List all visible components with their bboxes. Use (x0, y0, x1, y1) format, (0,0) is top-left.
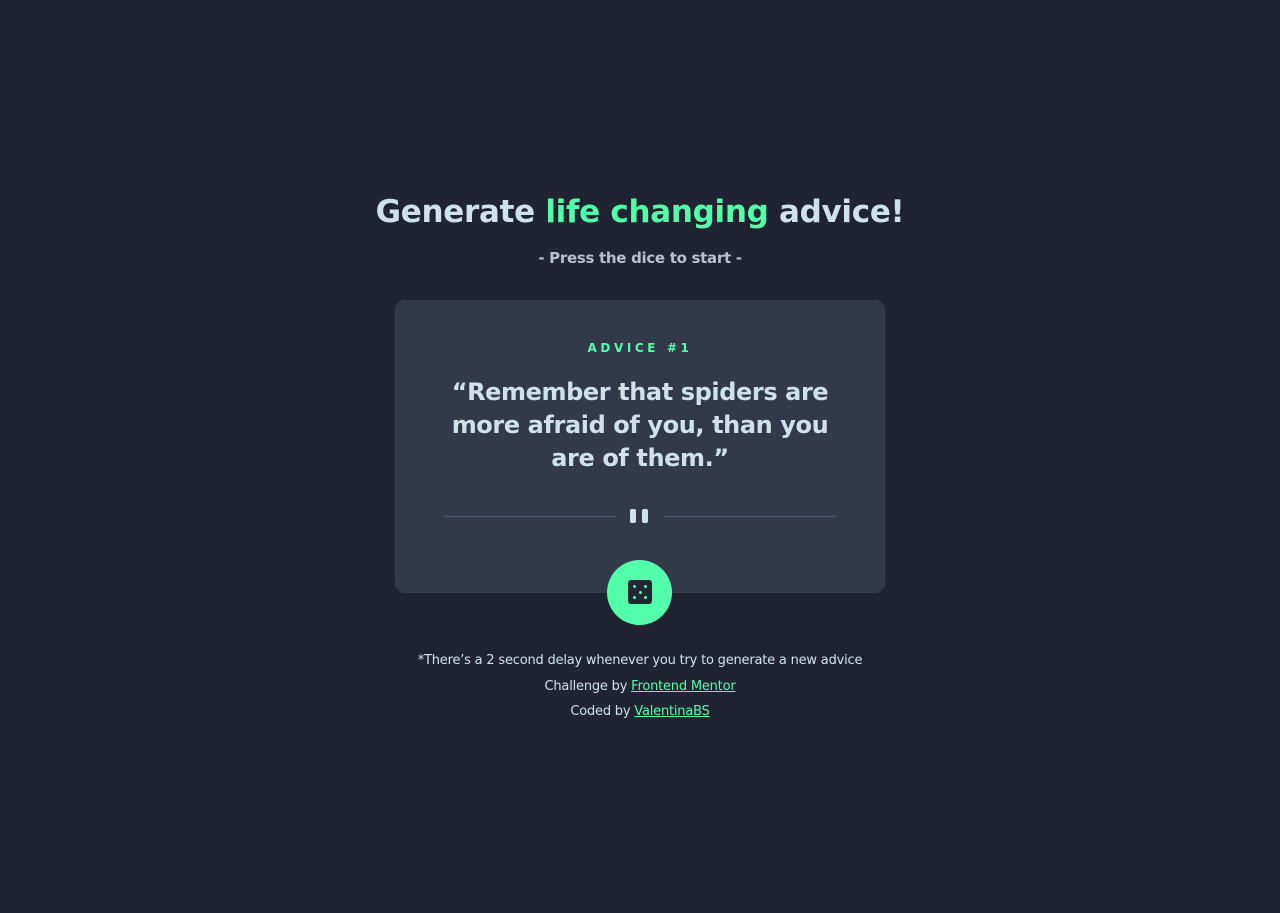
generate-advice-button[interactable] (607, 560, 672, 625)
dice-pip (644, 585, 647, 588)
pause-bar-left (630, 509, 636, 523)
dice-pip (633, 596, 636, 599)
advice-quote: “Remember that spiders are more afraid o… (451, 378, 829, 472)
challenge-prefix: Challenge by (544, 678, 628, 694)
coded-prefix: Coded by (570, 704, 631, 719)
challenge-credit: Challenge by Frontend Mentor (0, 677, 1280, 703)
dice-pip (638, 590, 642, 594)
dice-pip (633, 585, 636, 588)
title-start: Generate (375, 194, 536, 230)
coded-credit: Coded by ValentinaBS (0, 702, 1280, 728)
page-title: Generate life changing advice! (0, 192, 1280, 232)
advice-number: ADVICE #1 (587, 341, 693, 355)
delay-note: *There’s a 2 second delay whenever you t… (417, 653, 863, 668)
title-end: advice! (779, 194, 905, 230)
page: Generate life changing advice! - Press t… (0, 0, 1280, 913)
frontend-mentor-link[interactable]: Frontend Mentor (631, 679, 736, 694)
divider-line-right (663, 516, 835, 517)
divider-line-left (445, 516, 617, 517)
pause-bar-right (642, 509, 648, 523)
advice-card: ADVICE #1 “Remember that spiders are mor… (395, 300, 885, 593)
author-link[interactable]: ValentinaBS (634, 704, 710, 719)
footer-notes: *There’s a 2 second delay whenever you t… (0, 651, 1280, 728)
dice-pip (644, 596, 647, 599)
title-accent: life changing (545, 194, 769, 230)
dice-icon (628, 580, 652, 604)
pause-icon (630, 509, 650, 523)
page-subtitle: - Press the dice to start - (538, 249, 742, 267)
